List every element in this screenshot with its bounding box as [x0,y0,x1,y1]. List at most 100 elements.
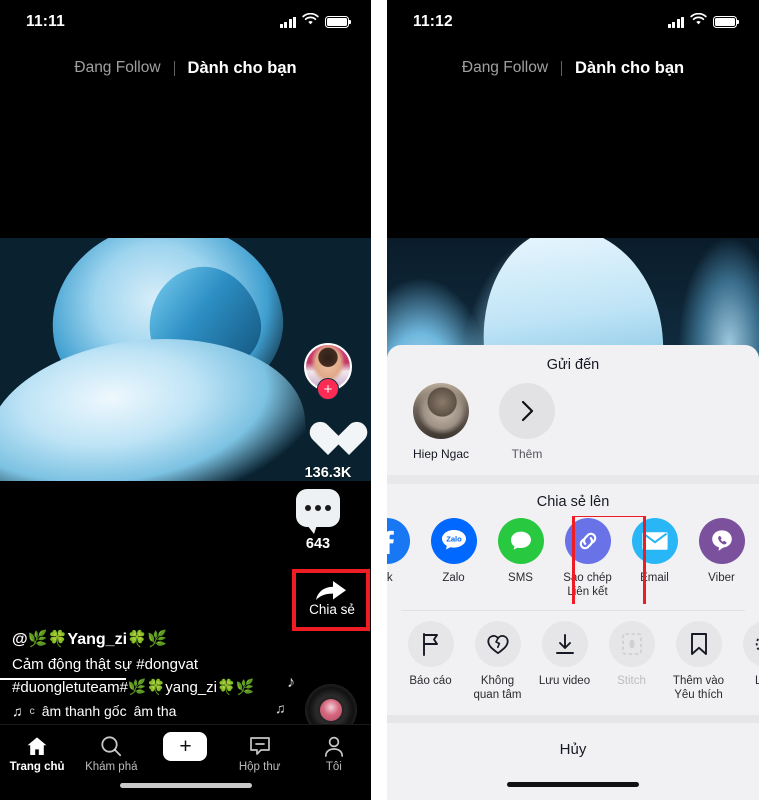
left-top-tabs: Đang Follow Dành cho bạn [0,46,371,90]
tab-profile[interactable]: Tôi [301,733,367,773]
share-app-label: Viber [708,572,735,584]
contact-name: Hiep Ngac [412,447,470,461]
video-caption[interactable]: @🌿🍀Yang_zi🍀🌿 Cảm động thật sự #dongvat #… [12,628,294,724]
viber-icon[interactable] [698,518,745,564]
stitch-icon [608,620,655,667]
music-note-icon: ♫ [275,700,286,716]
home-indicator [507,782,639,787]
share-actions-row: Báo cáo Không quan tâm Lưu video Stitch … [387,611,759,709]
tab-create[interactable]: + [152,731,218,761]
tab-inbox-label: Hộp thư [238,761,281,773]
status-icons [279,12,352,31]
music-note-icon: ♪ [287,674,295,691]
music-title-overflow: âm tha [133,703,177,720]
music-title: âm thanh gốc [41,703,127,720]
share-app-label: Sao chép Liên kết [563,572,612,599]
sheet-divider [387,475,759,484]
caption-username[interactable]: @🌿🍀Yang_zi🍀🌿 [12,628,294,653]
comment-count: 643 [305,536,331,552]
share-app-copy-link[interactable]: Sao chép Liên kết [554,518,621,600]
status-time: 11:12 [413,13,453,30]
tab-home-label: Trang chủ [9,761,65,773]
share-app-facebook[interactable]: ok [387,518,420,585]
share-app-label: ok [387,572,393,584]
action-stitch: Stitch [598,620,665,688]
share-app-label: SMS [508,572,533,584]
like-count: 136.3K [304,465,352,481]
share-app-zalo[interactable]: Zalo Zalo [420,518,487,585]
battery-full-icon [713,16,740,28]
left-bottom-tabbar: Trang chủ Khám phá + Hộp thư Tôi [0,724,371,800]
chevron-right-icon[interactable] [499,383,555,439]
heart-icon[interactable] [307,421,349,459]
action-label: Stitch [617,674,646,687]
creator-avatar-wrap[interactable]: + [304,343,352,400]
tab-home[interactable]: Trang chủ [4,733,70,773]
more-label: Thêm [511,447,543,461]
action-add-favorite[interactable]: Thêm vào Yêu thích [665,620,732,703]
action-report[interactable]: Báo cáo [397,620,464,688]
create-plus-icon[interactable]: + [152,731,218,761]
plus-follow-icon[interactable]: + [317,378,339,400]
left-video-frame[interactable]: + 136.3K [0,238,371,481]
zalo-icon[interactable]: Zalo [430,518,477,564]
home-indicator [119,783,252,788]
action-label: Không quan tâm [473,674,522,702]
tab-discover[interactable]: Khám phá [78,733,144,773]
tab-discover-label: Khám phá [85,761,138,773]
email-icon[interactable] [631,518,678,564]
tab-following[interactable]: Đang Follow [74,59,173,77]
tab-profile-label: Tôi [325,761,342,773]
share-app-sms[interactable]: SMS [487,518,554,585]
more-contacts-button[interactable]: Thêm [495,383,559,461]
action-not-interested[interactable]: Không quan tâm [464,620,531,703]
live-photo-icon[interactable] [742,620,759,667]
tab-following[interactable]: Đang Follow [462,59,561,77]
contact-avatar[interactable] [413,383,469,439]
music-prefix: c [29,705,35,718]
action-live-photo[interactable]: Live [732,620,759,688]
share-to-title: Chia sẻ lên [536,494,610,510]
share-arrow-icon[interactable] [314,579,348,601]
comment-button[interactable]: 643 [287,489,349,552]
inbox-icon[interactable] [227,733,293,759]
share-app-viber[interactable]: Viber [688,518,755,585]
right-status-bar: 11:12 [387,0,759,44]
like-button[interactable]: 136.3K [301,421,355,481]
send-to-row: Hiep Ngac Thêm [387,381,759,461]
caption-music-row[interactable]: ♫ c âm thanh gốc âm tha [12,700,294,724]
search-icon[interactable] [78,733,144,759]
action-save-video[interactable]: Lưu video [531,620,598,688]
tab-inbox[interactable]: Hộp thư [227,733,293,773]
share-app-email[interactable]: Email [621,518,688,585]
home-icon[interactable] [4,733,70,759]
profile-person-icon[interactable] [301,733,367,759]
share-button-highlight[interactable]: Chia sẻ [292,569,370,631]
share-apps-row: ok Zalo Zalo SMS [387,516,759,604]
music-note-icon: ♫ [12,703,23,720]
sms-icon[interactable] [497,518,544,564]
caption-line-1: Cảm động thật sự #dongvat [12,655,198,673]
cancel-button[interactable]: Hủy [387,723,759,800]
left-status-bar: 11:11 [0,0,371,44]
copy-link-icon[interactable] [564,518,611,564]
cancel-separator [387,714,759,723]
bookmark-icon[interactable] [675,620,722,667]
tab-for-you[interactable]: Dành cho bạn [562,59,684,78]
broken-heart-icon[interactable] [474,620,521,667]
right-top-tabs: Đang Follow Dành cho bạn [387,46,759,90]
share-sheet-title: Gửi đến [546,357,600,373]
screenshot-stage: 11:11 Đang Follow Dành cho bạn + 136.3K … [0,0,759,800]
share-app-label: Zalo [442,572,465,584]
share-app-overflow[interactable] [755,518,759,564]
comment-bubble-icon[interactable] [296,489,340,534]
flag-icon[interactable] [407,620,454,667]
share-sheet: Gửi đến Hiep Ngac Thêm Chia sẻ lên k Zal… [387,345,759,800]
action-label: Lưu video [538,674,591,687]
contact-item[interactable]: Hiep Ngac [409,383,473,461]
facebook-icon[interactable] [387,518,410,564]
download-icon[interactable] [541,620,588,667]
share-label: Chia sẻ [309,602,355,617]
tab-for-you[interactable]: Dành cho bạn [175,59,297,78]
video-progress-bar[interactable] [0,678,127,680]
